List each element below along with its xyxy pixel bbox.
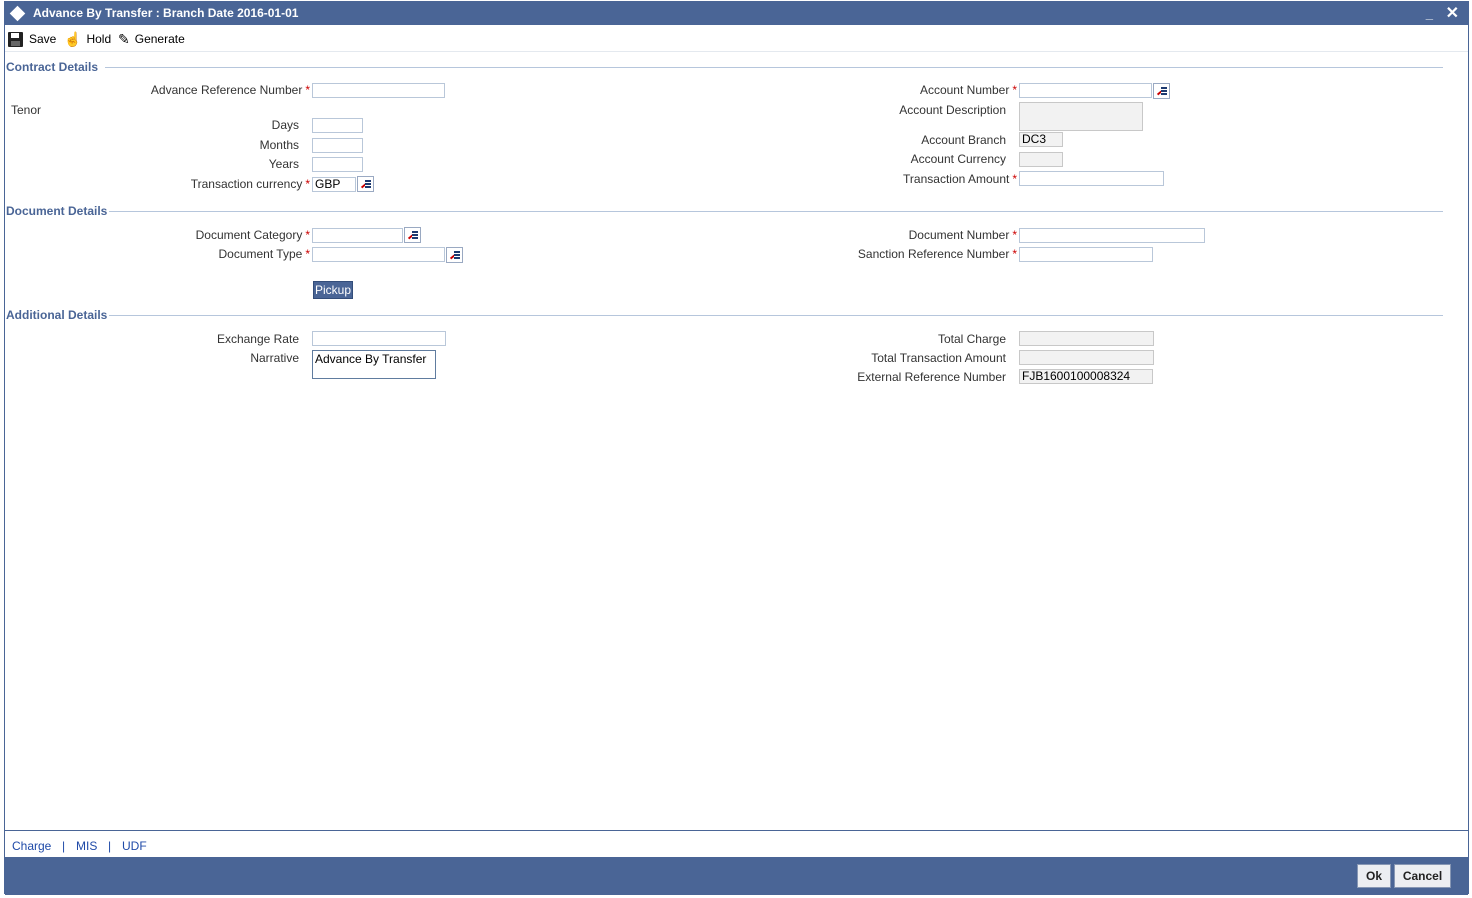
minimize-button[interactable]: _: [1426, 6, 1433, 21]
bottom-links-bar: Charge | MIS | UDF: [5, 830, 1468, 856]
section-divider: [105, 315, 1443, 316]
account-lookup-icon[interactable]: [1153, 83, 1170, 99]
advance-ref-label: Advance Reference Number *: [150, 83, 310, 97]
diamond-icon: [9, 5, 26, 22]
sanction-ref-label: Sanction Reference Number *: [857, 247, 1017, 261]
document-category-input[interactable]: [312, 228, 403, 243]
save-button[interactable]: Save: [8, 30, 56, 48]
total-txn-amount-field: [1019, 350, 1154, 365]
hold-button[interactable]: ☝ Hold: [64, 30, 111, 48]
days-label: Days: [271, 118, 299, 132]
external-ref-field: FJB1600100008324: [1019, 369, 1153, 384]
generate-icon: ✎: [118, 31, 130, 47]
contract-details-heading: Contract Details: [6, 60, 101, 74]
link-separator: |: [62, 839, 66, 853]
save-icon: [8, 31, 23, 47]
account-number-input[interactable]: [1019, 83, 1152, 98]
exchange-rate-input[interactable]: [312, 331, 446, 346]
document-type-lookup-icon[interactable]: [446, 247, 463, 263]
currency-lookup-icon[interactable]: [357, 176, 374, 192]
document-number-input[interactable]: [1019, 228, 1205, 243]
window-title: Advance By Transfer : Branch Date 2016-0…: [33, 6, 299, 20]
account-description-field: [1019, 102, 1143, 131]
udf-link[interactable]: UDF: [122, 839, 147, 853]
narrative-label: Narrative: [250, 351, 299, 365]
footer-bar: Ok Cancel: [5, 857, 1468, 895]
account-currency-label: Account Currency: [910, 152, 1006, 166]
hand-icon: ☝: [64, 31, 82, 47]
document-type-input[interactable]: [312, 247, 445, 262]
txn-currency-label: Transaction currency *: [190, 177, 310, 191]
section-divider: [105, 67, 1443, 68]
additional-details-heading: Additional Details: [6, 308, 110, 322]
save-label: Save: [29, 32, 57, 46]
account-currency-field: [1019, 152, 1063, 167]
link-separator: |: [108, 839, 112, 853]
sanction-ref-input[interactable]: [1019, 247, 1153, 262]
txn-currency-input[interactable]: GBP: [312, 177, 356, 192]
narrative-input[interactable]: Advance By Transfer: [312, 350, 436, 379]
exchange-rate-label: Exchange Rate: [216, 332, 299, 346]
document-type-label: Document Type *: [218, 247, 311, 261]
external-ref-label: External Reference Number: [857, 370, 1006, 384]
ok-button[interactable]: Ok: [1357, 864, 1391, 888]
total-txn-amount-label: Total Transaction Amount: [871, 351, 1006, 365]
document-category-label: Document Category *: [195, 228, 310, 242]
account-branch-label: Account Branch: [921, 133, 1006, 147]
account-branch-field: DC3: [1019, 132, 1063, 147]
document-details-heading: Document Details: [6, 204, 110, 218]
mis-link[interactable]: MIS: [76, 839, 97, 853]
hold-label: Hold: [86, 32, 112, 46]
generate-button[interactable]: ✎ Generate: [118, 30, 185, 48]
toolbar: Save ☝ Hold ✎ Generate: [5, 26, 1468, 52]
months-input[interactable]: [312, 138, 363, 153]
txn-amount-input[interactable]: [1019, 171, 1164, 186]
pickup-button[interactable]: Pickup: [313, 281, 353, 299]
txn-amount-label: Transaction Amount *: [903, 172, 1017, 186]
years-input[interactable]: [312, 157, 363, 172]
total-charge-field: [1019, 331, 1154, 346]
account-number-label: Account Number *: [919, 83, 1017, 97]
section-divider: [105, 211, 1443, 212]
days-input[interactable]: [312, 118, 363, 133]
document-number-label: Document Number *: [908, 228, 1017, 242]
years-label: Years: [268, 157, 299, 171]
title-bar: Advance By Transfer : Branch Date 2016-0…: [5, 2, 1468, 25]
advance-ref-input[interactable]: [312, 83, 445, 98]
months-label: Months: [259, 138, 299, 152]
close-button[interactable]: ✕: [1446, 3, 1459, 23]
advance-by-transfer-window: Advance By Transfer : Branch Date 2016-0…: [4, 1, 1469, 895]
charge-link[interactable]: Charge: [12, 839, 51, 853]
generate-label: Generate: [134, 32, 185, 46]
total-charge-label: Total Charge: [937, 332, 1006, 346]
tenor-label: Tenor: [11, 103, 42, 117]
cancel-button[interactable]: Cancel: [1394, 864, 1451, 888]
account-description-label: Account Description: [899, 103, 1006, 117]
category-lookup-icon[interactable]: [404, 227, 421, 243]
